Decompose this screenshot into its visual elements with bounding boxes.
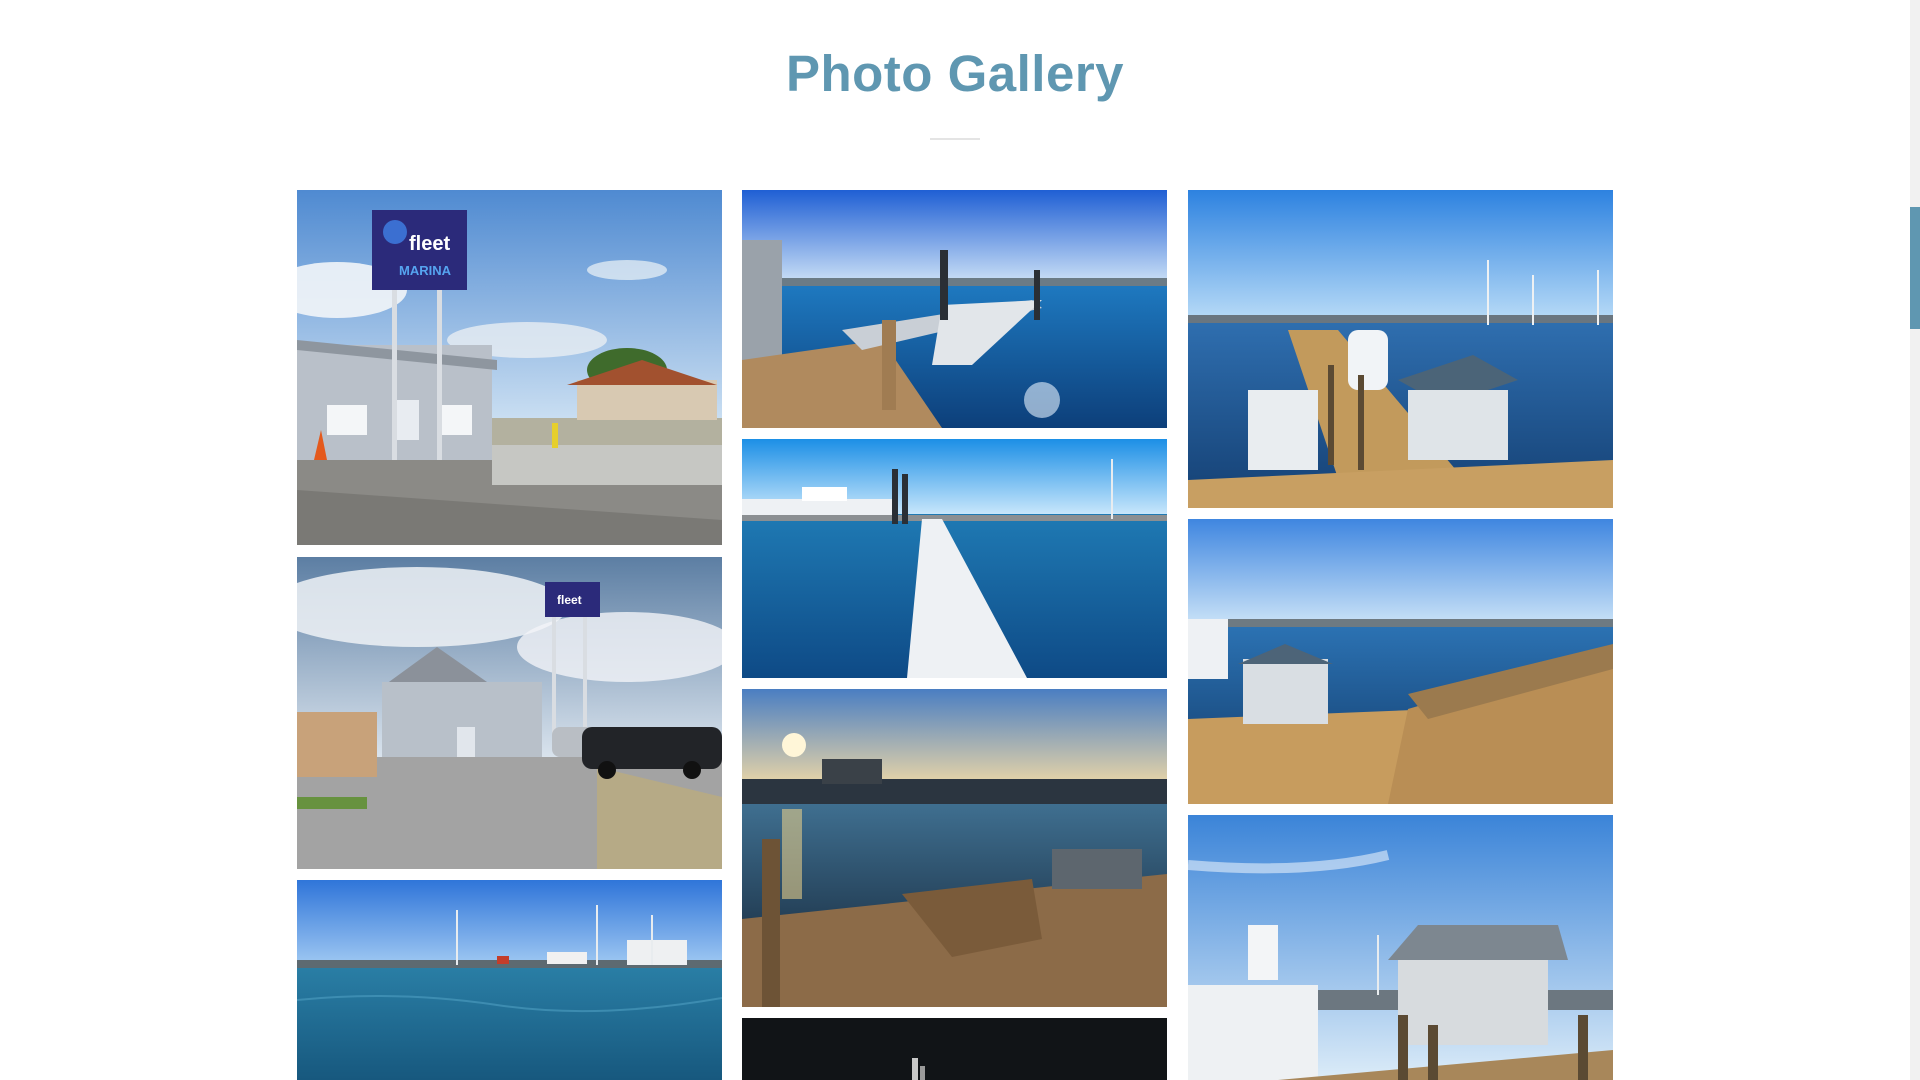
dock-house-deck-photo-image [1188,519,1613,804]
gallery-photo-dock-house-deck[interactable] [1188,519,1613,804]
gallery-photo-docks-boats[interactable] [1188,190,1613,508]
floating-dock-photo-image [742,439,1167,678]
gallery-photo-sunset-dock[interactable] [742,689,1167,1007]
scrollbar-thumb[interactable] [1910,207,1920,329]
title-divider [930,138,980,140]
gallery-photo-floating-dock[interactable] [742,439,1167,678]
gallery-photo-harbor-boats[interactable] [297,880,722,1080]
docks-boats-photo-image [1188,190,1613,508]
gangway-photo-image [742,190,1167,428]
svg-text:fleet: fleet [409,233,450,255]
gallery-photo-marina-office[interactable]: fleet [297,557,722,869]
gallery-page: Photo Gallery fleet MARINA fleet [0,0,1920,1080]
svg-text:fleet: fleet [557,593,582,607]
gallery-photo-marina-sign[interactable]: fleet MARINA [297,190,722,545]
dock-house-boats-photo-image [1188,815,1613,1080]
marina-sign-photo-image: fleet MARINA [297,190,722,545]
gallery-photo-dock-house-boats[interactable] [1188,815,1613,1080]
marina-office-photo-image: fleet [297,557,722,869]
scrollbar-track[interactable] [1910,0,1920,1080]
gallery-photo-harbor-night[interactable] [742,1018,1167,1080]
sunset-dock-photo-image [742,689,1167,1007]
svg-text:MARINA: MARINA [399,263,452,278]
harbor-boats-photo-image [297,880,722,1080]
gallery-photo-gangway[interactable] [742,190,1167,428]
page-title: Photo Gallery [785,45,1125,102]
harbor-night-photo-image [742,1018,1167,1080]
